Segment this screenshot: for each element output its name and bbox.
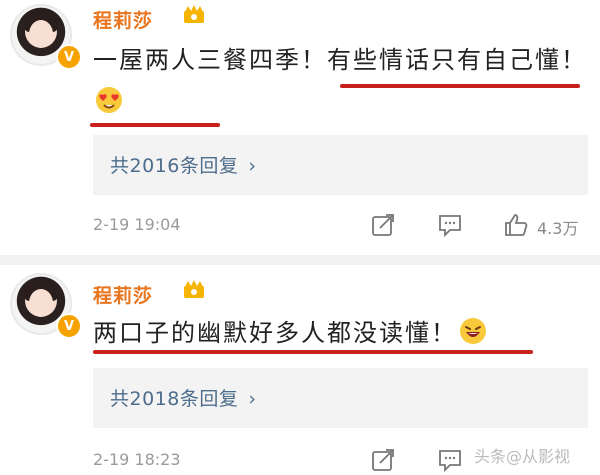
author-name[interactable]: 程莉莎 <box>93 281 153 308</box>
comment-text: 两口子的幽默好多人都没读懂！ <box>93 312 588 354</box>
comment-footer: 2-19 19:04 4.3万 <box>93 210 588 240</box>
comment-icon[interactable] <box>437 212 463 238</box>
watermark: 头条@从影视 <box>474 447 571 466</box>
comment-text: 一屋两人三餐四季！有些情话只有自己懂！ <box>93 39 588 123</box>
heart-eyes-emoji-icon <box>96 87 122 113</box>
laughing-emoji-icon <box>460 318 486 344</box>
author-name[interactable]: 程莉莎 <box>93 6 153 33</box>
verified-badge-icon: V <box>56 313 82 339</box>
comment-icon[interactable] <box>437 447 463 473</box>
replies-link[interactable]: 共2016条回复 › <box>93 135 588 195</box>
timestamp: 2-19 19:04 <box>93 215 181 234</box>
divider <box>0 255 600 265</box>
highlight-underline <box>340 84 580 88</box>
share-icon[interactable] <box>370 212 396 238</box>
comment-item: V 程莉莎 一屋两人三餐四季！有些情话只有自己懂！ 共2016条回复 › 2-19… <box>0 0 600 255</box>
share-icon[interactable] <box>370 447 396 473</box>
replies-link[interactable]: 共2018条回复 › <box>93 368 588 428</box>
highlight-underline <box>93 350 533 354</box>
highlight-underline <box>90 123 220 127</box>
timestamp: 2-19 18:23 <box>93 450 181 469</box>
verified-badge-icon: V <box>56 44 82 70</box>
chevron-right-icon: › <box>248 388 257 410</box>
like-icon[interactable] <box>503 212 529 238</box>
chevron-right-icon: › <box>248 155 257 177</box>
like-count: 4.3万 <box>537 219 579 238</box>
crown-icon <box>184 5 204 23</box>
crown-icon <box>184 280 204 298</box>
